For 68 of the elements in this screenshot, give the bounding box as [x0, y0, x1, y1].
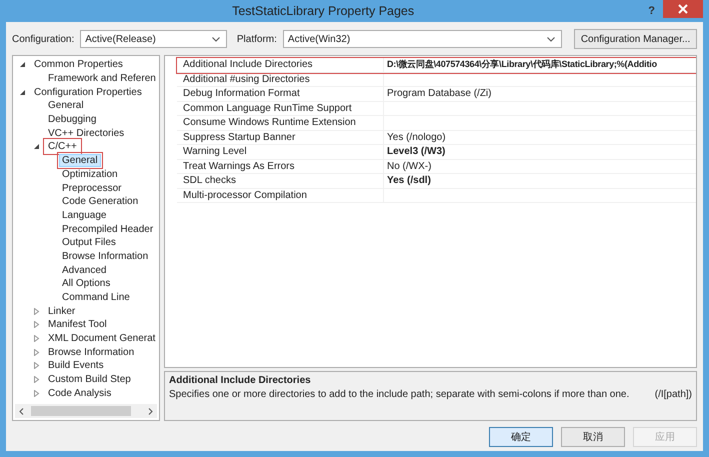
- tree-item[interactable]: Custom Build Step: [45, 373, 134, 386]
- tree-item[interactable]: General: [45, 99, 87, 112]
- collapsed-triangle-icon[interactable]: [33, 362, 40, 370]
- tree-item[interactable]: General: [59, 154, 101, 168]
- tree-item[interactable]: Language: [59, 208, 110, 222]
- tree-item[interactable]: Precompiled Header: [59, 222, 156, 236]
- tree-item[interactable]: C/C++: [45, 140, 80, 154]
- platform-label: Platform:: [236, 34, 277, 44]
- collapsed-triangle-icon[interactable]: [33, 376, 40, 384]
- configuration-label: Configuration:: [12, 34, 74, 44]
- tree-item[interactable]: Common Properties: [31, 58, 126, 72]
- tree-item[interactable]: VC++ Directories: [45, 126, 128, 140]
- tree-item[interactable]: Linker: [45, 304, 78, 318]
- property-name[interactable]: Warning Level: [177, 145, 384, 158]
- tree-item[interactable]: All Options: [59, 277, 114, 290]
- switch-text: (/I[path]): [654, 389, 692, 400]
- horizontal-scrollbar[interactable]: [15, 404, 157, 418]
- description-text: Specifies one or more directories to add to the include path; separate with semi-colons if more than one.: [169, 389, 630, 400]
- dialog-button[interactable]: 取消: [561, 427, 625, 447]
- property-value[interactable]: Program Database (/Zi): [384, 88, 492, 100]
- tree-item[interactable]: Optimization: [59, 168, 121, 181]
- property-name[interactable]: Multi-processor Compilation: [177, 188, 384, 202]
- tree-item[interactable]: Browse Information: [45, 346, 138, 359]
- expanded-triangle-icon[interactable]: [19, 61, 26, 68]
- window-title: TestStaticLibrary Property Pages: [231, 4, 416, 18]
- tree-item[interactable]: Code Analysis: [45, 386, 114, 400]
- expanded-triangle-icon[interactable]: [33, 143, 40, 150]
- description-title: Additional Include Directories: [169, 375, 312, 386]
- collapsed-triangle-icon[interactable]: [33, 321, 40, 328]
- help-button[interactable]: ?: [640, 5, 663, 17]
- tree-item[interactable]: Browse Information: [59, 250, 152, 263]
- tree-item[interactable]: XML Document Generat: [45, 332, 158, 346]
- tree-item[interactable]: Command Line: [59, 291, 133, 304]
- dialog-button[interactable]: 确定: [489, 427, 553, 447]
- property-value[interactable]: Yes (/nologo): [384, 132, 446, 143]
- property-name[interactable]: SDL checks: [177, 174, 384, 188]
- collapsed-triangle-icon[interactable]: [33, 308, 40, 315]
- chevron-icon: [212, 36, 220, 42]
- close-button[interactable]: [663, 0, 703, 18]
- collapsed-triangle-icon[interactable]: [33, 335, 40, 342]
- expanded-triangle-icon[interactable]: [19, 88, 26, 96]
- platform-dropdown[interactable]: Active(Win32): [282, 30, 562, 48]
- collapsed-triangle-icon[interactable]: [33, 390, 40, 397]
- property-name[interactable]: Debug Information Format: [177, 87, 384, 100]
- property-value[interactable]: Yes (/sdl): [384, 175, 431, 186]
- property-value[interactable]: Level3 (/W3): [384, 146, 446, 158]
- tree-item[interactable]: Preprocessor: [59, 182, 124, 195]
- property-name[interactable]: Suppress Startup Banner: [177, 130, 384, 144]
- property-name[interactable]: Consume Windows Runtime Extension: [177, 116, 384, 130]
- tree-item[interactable]: Configuration Properties: [31, 86, 145, 99]
- property-value[interactable]: D:\微云同盘\407574364\分享\Library\代码库\StaticLibrary;%(Additio: [384, 58, 657, 72]
- tree-item[interactable]: Build Events: [45, 359, 107, 372]
- tree-item[interactable]: Advanced: [59, 264, 110, 277]
- configuration-dropdown[interactable]: Active(Release): [80, 30, 227, 48]
- close-icon: [678, 4, 688, 14]
- tree-item[interactable]: Code Generation: [59, 195, 142, 208]
- property-value[interactable]: No (/WX-): [384, 160, 432, 172]
- collapsed-triangle-icon[interactable]: [33, 348, 40, 356]
- tree-item[interactable]: Debugging: [45, 113, 100, 126]
- property-name[interactable]: Additional Include Directories: [177, 58, 384, 72]
- property-name[interactable]: Additional #using Directories: [177, 72, 384, 86]
- chevron-icon: [547, 36, 556, 42]
- tree-item[interactable]: Framework and Referen: [45, 72, 159, 86]
- tree-item[interactable]: Manifest Tool: [45, 318, 110, 332]
- tree-item[interactable]: Output Files: [59, 236, 119, 250]
- property-name[interactable]: Treat Warnings As Errors: [177, 160, 384, 173]
- property-name[interactable]: Common Language RunTime Support: [177, 102, 384, 115]
- configuration-manager-button[interactable]: Configuration Manager...: [574, 29, 697, 49]
